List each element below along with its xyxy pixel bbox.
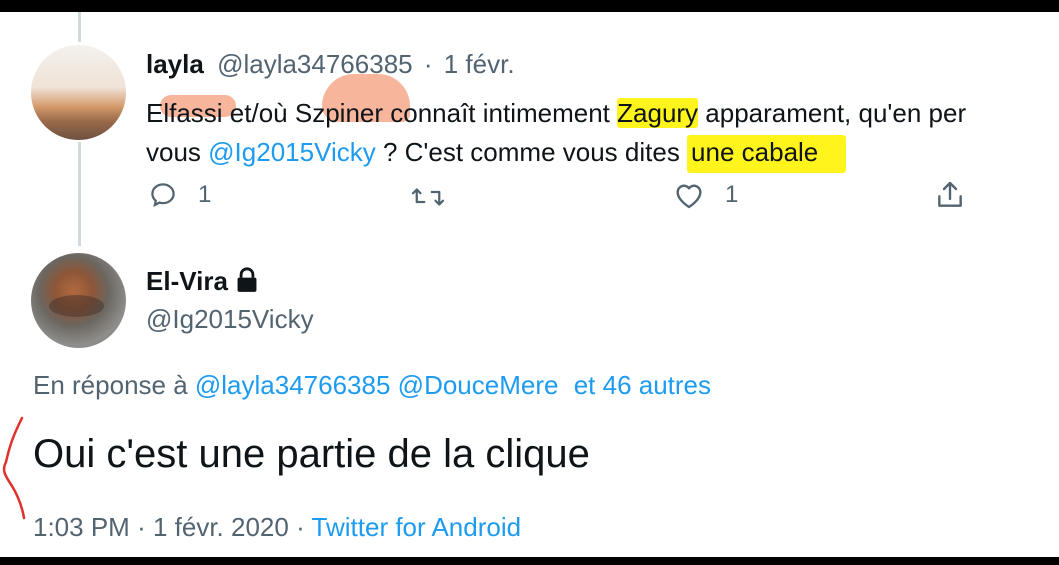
reply-button[interactable]: 1 bbox=[148, 180, 211, 210]
tweet2-date[interactable]: 1 févr. 2020 bbox=[153, 512, 289, 542]
thread-line-connector bbox=[78, 142, 81, 246]
thread-line-top bbox=[78, 12, 81, 42]
share-icon bbox=[934, 179, 966, 211]
tweet2-handle[interactable]: @Ig2015Vicky bbox=[146, 304, 314, 335]
tweet2-source[interactable]: Twitter for Android bbox=[312, 512, 522, 542]
reply-icon bbox=[148, 180, 178, 210]
tweet1-text-szpiner: Szpiner bbox=[294, 98, 384, 128]
tweet1-separator: · bbox=[423, 49, 433, 79]
retweet-icon bbox=[410, 182, 446, 212]
tweet1-mention[interactable]: @Ig2015Vicky bbox=[208, 137, 376, 167]
tweet1-text-part6: apparament, qu'en per bbox=[698, 98, 967, 128]
tweet1-text-cabale: une cabale bbox=[687, 135, 847, 173]
tweet1-text-cabale-prefix: ? C'est comme vous dites bbox=[375, 137, 688, 167]
reply-context-prefix: En réponse à bbox=[33, 370, 195, 400]
tweet1-text-vous: vous bbox=[146, 137, 209, 167]
tweet1-text-part2: et/où bbox=[222, 98, 295, 128]
tweet2-name-row: El-Vira bbox=[146, 266, 259, 300]
tweet1-date[interactable]: 1 févr. bbox=[444, 49, 515, 79]
tweet1-text-line2: vous @Ig2015Vicky ? C'est comme vous dit… bbox=[146, 135, 847, 173]
tweet2-meta-separator-2: · bbox=[296, 512, 305, 542]
tweet2-meta-separator: · bbox=[137, 512, 146, 542]
tweet1-text-elfassi: Elfassi bbox=[146, 98, 223, 128]
retweet-button[interactable] bbox=[410, 182, 446, 212]
like-count: 1 bbox=[725, 181, 739, 208]
reply-count: 1 bbox=[198, 181, 212, 208]
tweet1-header: layla @layla34766385 · 1 févr. bbox=[146, 49, 515, 80]
share-button[interactable] bbox=[934, 179, 966, 211]
tweet-thread: layla @layla34766385 · 1 févr. Elfassi e… bbox=[0, 12, 1059, 557]
avatar-layla[interactable] bbox=[31, 45, 126, 140]
lock-icon bbox=[235, 267, 259, 300]
tweet2-meta: 1:03 PM · 1 févr. 2020 · Twitter for And… bbox=[33, 512, 521, 543]
like-button[interactable]: 1 bbox=[673, 180, 738, 210]
avatar-el-vira[interactable] bbox=[31, 253, 126, 348]
tweet2-time[interactable]: 1:03 PM bbox=[33, 512, 130, 542]
tweet1-text-part4: connaît intimement bbox=[383, 98, 618, 128]
tweet1-name[interactable]: layla bbox=[146, 49, 204, 79]
reply-others-link[interactable]: et 46 autres bbox=[574, 370, 711, 400]
reply-mention-layla[interactable]: @layla34766385 bbox=[195, 370, 391, 400]
reply-mention-doucemere[interactable]: @DouceMere bbox=[398, 370, 559, 400]
tweet2-text: Oui c'est une partie de la clique bbox=[33, 432, 590, 476]
tweet2-name[interactable]: El-Vira bbox=[146, 266, 228, 296]
tweet1-text-zagury: Zagury bbox=[617, 98, 699, 128]
annotation-bracket bbox=[2, 416, 26, 520]
reply-context: En réponse à @layla34766385 @DouceMere e… bbox=[33, 370, 711, 401]
tweet1-text-line1: Elfassi et/où Szpiner connaît intimement… bbox=[146, 98, 966, 129]
like-icon bbox=[673, 180, 705, 210]
